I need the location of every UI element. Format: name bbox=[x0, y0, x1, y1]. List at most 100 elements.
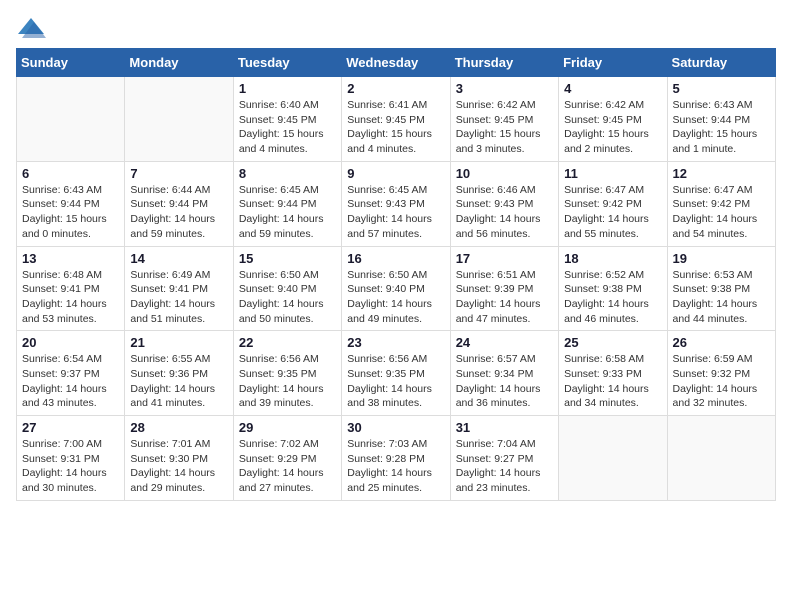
day-number: 1 bbox=[239, 81, 336, 96]
calendar: SundayMondayTuesdayWednesdayThursdayFrid… bbox=[16, 48, 776, 501]
day-number: 21 bbox=[130, 335, 227, 350]
weekday-header: Monday bbox=[125, 49, 233, 77]
day-info: Sunrise: 6:58 AM Sunset: 9:33 PM Dayligh… bbox=[564, 352, 661, 411]
day-info: Sunrise: 6:42 AM Sunset: 9:45 PM Dayligh… bbox=[456, 98, 553, 157]
weekday-header: Wednesday bbox=[342, 49, 450, 77]
day-number: 15 bbox=[239, 251, 336, 266]
day-info: Sunrise: 6:45 AM Sunset: 9:44 PM Dayligh… bbox=[239, 183, 336, 242]
weekday-header-row: SundayMondayTuesdayWednesdayThursdayFrid… bbox=[17, 49, 776, 77]
day-number: 12 bbox=[673, 166, 770, 181]
day-info: Sunrise: 6:50 AM Sunset: 9:40 PM Dayligh… bbox=[347, 268, 444, 327]
day-info: Sunrise: 7:00 AM Sunset: 9:31 PM Dayligh… bbox=[22, 437, 119, 496]
weekday-header: Friday bbox=[559, 49, 667, 77]
day-info: Sunrise: 6:40 AM Sunset: 9:45 PM Dayligh… bbox=[239, 98, 336, 157]
day-number: 31 bbox=[456, 420, 553, 435]
day-info: Sunrise: 6:56 AM Sunset: 9:35 PM Dayligh… bbox=[239, 352, 336, 411]
calendar-cell: 27 Sunrise: 7:00 AM Sunset: 9:31 PM Dayli… bbox=[17, 416, 125, 501]
day-info: Sunrise: 6:44 AM Sunset: 9:44 PM Dayligh… bbox=[130, 183, 227, 242]
day-info: Sunrise: 7:02 AM Sunset: 9:29 PM Dayligh… bbox=[239, 437, 336, 496]
day-number: 28 bbox=[130, 420, 227, 435]
day-info: Sunrise: 6:41 AM Sunset: 9:45 PM Dayligh… bbox=[347, 98, 444, 157]
day-number: 9 bbox=[347, 166, 444, 181]
calendar-cell: 19 Sunrise: 6:53 AM Sunset: 9:38 PM Dayli… bbox=[667, 246, 775, 331]
calendar-cell: 12 Sunrise: 6:47 AM Sunset: 9:42 PM Dayli… bbox=[667, 161, 775, 246]
day-info: Sunrise: 6:42 AM Sunset: 9:45 PM Dayligh… bbox=[564, 98, 661, 157]
weekday-header: Tuesday bbox=[233, 49, 341, 77]
day-number: 18 bbox=[564, 251, 661, 266]
day-info: Sunrise: 6:55 AM Sunset: 9:36 PM Dayligh… bbox=[130, 352, 227, 411]
calendar-week-row: 13Sunrise: 6:48 AM Sunset: 9:41 PM Dayli… bbox=[17, 246, 776, 331]
calendar-cell: 30 Sunrise: 7:03 AM Sunset: 9:28 PM Dayli… bbox=[342, 416, 450, 501]
calendar-week-row: 27 Sunrise: 7:00 AM Sunset: 9:31 PM Dayli… bbox=[17, 416, 776, 501]
day-info: Sunrise: 6:53 AM Sunset: 9:38 PM Dayligh… bbox=[673, 268, 770, 327]
day-info: Sunrise: 6:51 AM Sunset: 9:39 PM Dayligh… bbox=[456, 268, 553, 327]
calendar-cell bbox=[125, 77, 233, 162]
day-info: Sunrise: 6:49 AM Sunset: 9:41 PM Dayligh… bbox=[130, 268, 227, 327]
calendar-cell: 15 Sunrise: 6:50 AM Sunset: 9:40 PM Dayli… bbox=[233, 246, 341, 331]
day-info: Sunrise: 6:59 AM Sunset: 9:32 PM Dayligh… bbox=[673, 352, 770, 411]
day-number: 17 bbox=[456, 251, 553, 266]
calendar-cell bbox=[17, 77, 125, 162]
day-info: Sunrise: 6:45 AM Sunset: 9:43 PM Dayligh… bbox=[347, 183, 444, 242]
day-info: Sunrise: 6:56 AM Sunset: 9:35 PM Dayligh… bbox=[347, 352, 444, 411]
day-number: 22 bbox=[239, 335, 336, 350]
day-number: 30 bbox=[347, 420, 444, 435]
day-number: 4 bbox=[564, 81, 661, 96]
calendar-cell: 20 Sunrise: 6:54 AM Sunset: 9:37 PM Dayli… bbox=[17, 331, 125, 416]
logo bbox=[16, 16, 50, 40]
calendar-cell: 2Sunrise: 6:41 AM Sunset: 9:45 PM Daylig… bbox=[342, 77, 450, 162]
day-number: 5 bbox=[673, 81, 770, 96]
day-number: 19 bbox=[673, 251, 770, 266]
calendar-cell: 1 Sunrise: 6:40 AM Sunset: 9:45 PM Daylig… bbox=[233, 77, 341, 162]
day-info: Sunrise: 6:46 AM Sunset: 9:43 PM Dayligh… bbox=[456, 183, 553, 242]
calendar-cell: 26Sunrise: 6:59 AM Sunset: 9:32 PM Dayli… bbox=[667, 331, 775, 416]
day-number: 13 bbox=[22, 251, 119, 266]
day-info: Sunrise: 6:54 AM Sunset: 9:37 PM Dayligh… bbox=[22, 352, 119, 411]
day-number: 24 bbox=[456, 335, 553, 350]
calendar-week-row: 20 Sunrise: 6:54 AM Sunset: 9:37 PM Dayli… bbox=[17, 331, 776, 416]
day-info: Sunrise: 7:04 AM Sunset: 9:27 PM Dayligh… bbox=[456, 437, 553, 496]
calendar-cell: 16 Sunrise: 6:50 AM Sunset: 9:40 PM Dayli… bbox=[342, 246, 450, 331]
calendar-cell: 29 Sunrise: 7:02 AM Sunset: 9:29 PM Dayli… bbox=[233, 416, 341, 501]
weekday-header: Saturday bbox=[667, 49, 775, 77]
weekday-header: Thursday bbox=[450, 49, 558, 77]
day-number: 14 bbox=[130, 251, 227, 266]
day-number: 16 bbox=[347, 251, 444, 266]
day-info: Sunrise: 7:03 AM Sunset: 9:28 PM Dayligh… bbox=[347, 437, 444, 496]
weekday-header: Sunday bbox=[17, 49, 125, 77]
day-number: 6 bbox=[22, 166, 119, 181]
calendar-cell: 8 Sunrise: 6:45 AM Sunset: 9:44 PM Daylig… bbox=[233, 161, 341, 246]
day-info: Sunrise: 6:47 AM Sunset: 9:42 PM Dayligh… bbox=[564, 183, 661, 242]
day-info: Sunrise: 6:43 AM Sunset: 9:44 PM Dayligh… bbox=[673, 98, 770, 157]
calendar-cell bbox=[559, 416, 667, 501]
calendar-cell: 21 Sunrise: 6:55 AM Sunset: 9:36 PM Dayli… bbox=[125, 331, 233, 416]
day-info: Sunrise: 6:43 AM Sunset: 9:44 PM Dayligh… bbox=[22, 183, 119, 242]
day-number: 11 bbox=[564, 166, 661, 181]
calendar-cell: 25 Sunrise: 6:58 AM Sunset: 9:33 PM Dayli… bbox=[559, 331, 667, 416]
day-info: Sunrise: 7:01 AM Sunset: 9:30 PM Dayligh… bbox=[130, 437, 227, 496]
calendar-cell: 13Sunrise: 6:48 AM Sunset: 9:41 PM Dayli… bbox=[17, 246, 125, 331]
calendar-cell: 7 Sunrise: 6:44 AM Sunset: 9:44 PM Daylig… bbox=[125, 161, 233, 246]
day-number: 10 bbox=[456, 166, 553, 181]
calendar-cell: 9 Sunrise: 6:45 AM Sunset: 9:43 PM Daylig… bbox=[342, 161, 450, 246]
calendar-cell: 22 Sunrise: 6:56 AM Sunset: 9:35 PM Dayli… bbox=[233, 331, 341, 416]
calendar-cell bbox=[667, 416, 775, 501]
logo-icon bbox=[16, 16, 46, 40]
calendar-cell: 5 Sunrise: 6:43 AM Sunset: 9:44 PM Daylig… bbox=[667, 77, 775, 162]
day-number: 7 bbox=[130, 166, 227, 181]
day-info: Sunrise: 6:47 AM Sunset: 9:42 PM Dayligh… bbox=[673, 183, 770, 242]
calendar-cell: 28 Sunrise: 7:01 AM Sunset: 9:30 PM Dayli… bbox=[125, 416, 233, 501]
calendar-week-row: 1 Sunrise: 6:40 AM Sunset: 9:45 PM Daylig… bbox=[17, 77, 776, 162]
calendar-cell: 6 Sunrise: 6:43 AM Sunset: 9:44 PM Daylig… bbox=[17, 161, 125, 246]
calendar-cell: 4 Sunrise: 6:42 AM Sunset: 9:45 PM Daylig… bbox=[559, 77, 667, 162]
calendar-cell: 18Sunrise: 6:52 AM Sunset: 9:38 PM Dayli… bbox=[559, 246, 667, 331]
day-number: 3 bbox=[456, 81, 553, 96]
header bbox=[16, 16, 776, 40]
day-number: 20 bbox=[22, 335, 119, 350]
day-number: 25 bbox=[564, 335, 661, 350]
day-number: 27 bbox=[22, 420, 119, 435]
day-info: Sunrise: 6:50 AM Sunset: 9:40 PM Dayligh… bbox=[239, 268, 336, 327]
day-number: 8 bbox=[239, 166, 336, 181]
calendar-cell: 23Sunrise: 6:56 AM Sunset: 9:35 PM Dayli… bbox=[342, 331, 450, 416]
day-number: 29 bbox=[239, 420, 336, 435]
